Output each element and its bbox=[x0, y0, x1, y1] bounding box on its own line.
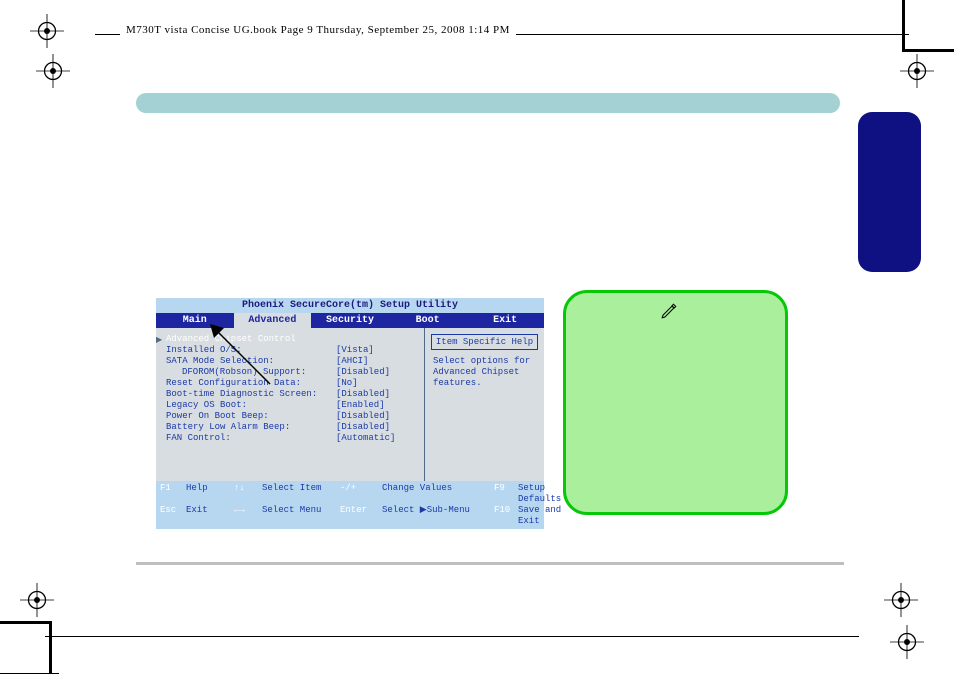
legend-key: ↑↓ bbox=[234, 483, 262, 505]
crop-mark-icon bbox=[0, 621, 52, 673]
legend-key: F1 bbox=[160, 483, 186, 505]
bios-row-label[interactable]: SATA Mode Selection: bbox=[166, 356, 274, 367]
divider bbox=[136, 562, 844, 565]
bios-row-label[interactable]: Installed O/S: bbox=[166, 345, 242, 356]
registration-mark-icon bbox=[890, 625, 924, 659]
registration-mark-icon bbox=[20, 583, 54, 617]
bios-row-label[interactable]: Legacy OS Boot: bbox=[166, 400, 247, 411]
registration-mark-icon bbox=[884, 583, 918, 617]
legend-text: Save and Exit bbox=[518, 505, 561, 527]
legend-key: Esc bbox=[160, 505, 186, 527]
legend-key: -/+ bbox=[340, 483, 382, 505]
bios-row-label[interactable]: Reset Configuration Data: bbox=[166, 378, 301, 389]
bios-row-label[interactable]: Battery Low Alarm Beep: bbox=[166, 422, 290, 433]
bios-tab-exit[interactable]: Exit bbox=[466, 313, 544, 328]
bios-row-value[interactable]: [Disabled] bbox=[336, 411, 414, 422]
legend-key: F10 bbox=[494, 505, 518, 527]
bios-row-label[interactable]: Power On Boot Beep: bbox=[166, 411, 269, 422]
page-side-tab bbox=[858, 112, 921, 272]
bios-key-legend: F1 Help ↑↓ Select Item -/+ Change Values… bbox=[156, 481, 544, 529]
bios-row-value[interactable]: [Disabled] bbox=[336, 389, 414, 400]
legend-text: Change Values bbox=[382, 483, 494, 505]
bios-row-value[interactable]: [No] bbox=[336, 378, 414, 389]
bios-help-line: Advanced Chipset bbox=[433, 367, 536, 378]
legend-key: F9 bbox=[494, 483, 518, 505]
bios-tab-bar: Main Advanced Security Boot Exit bbox=[156, 313, 544, 328]
bios-screenshot: Phoenix SecureCore(tm) Setup Utility Mai… bbox=[156, 298, 544, 529]
legend-text: Help bbox=[186, 483, 234, 505]
crop-mark-icon bbox=[902, 0, 954, 52]
bios-row-label[interactable]: FAN Control: bbox=[166, 433, 231, 444]
bios-row-value[interactable]: [Disabled] bbox=[336, 422, 414, 433]
registration-mark-icon bbox=[900, 54, 934, 88]
bios-title: Phoenix SecureCore(tm) Setup Utility bbox=[156, 298, 544, 313]
bios-section-heading[interactable]: Advanced Chipset Control bbox=[166, 334, 296, 345]
legend-text: Select Menu bbox=[262, 505, 340, 527]
legend-key: Enter bbox=[340, 505, 382, 527]
footer-rule bbox=[45, 636, 859, 637]
bios-row-value[interactable]: [Automatic] bbox=[336, 433, 414, 444]
note-callout bbox=[563, 290, 788, 515]
bios-help-pane: Item Specific Help Select options for Ad… bbox=[424, 328, 544, 481]
bios-row-label[interactable]: Boot-time Diagnostic Screen: bbox=[166, 389, 317, 400]
header-text: M730T vista Concise UG.book Page 9 Thurs… bbox=[120, 24, 516, 36]
bios-body: ▶ Advanced Chipset Control Installed O/S… bbox=[156, 328, 544, 481]
pencil-icon bbox=[660, 302, 678, 320]
legend-text: Exit bbox=[186, 505, 234, 527]
bios-tab-advanced[interactable]: Advanced bbox=[234, 313, 312, 328]
bios-row-value[interactable]: [AHCI] bbox=[336, 356, 414, 367]
legend-text: Select ▶Sub-Menu bbox=[382, 505, 494, 527]
bios-help-line: features. bbox=[433, 378, 536, 389]
bios-tab-main[interactable]: Main bbox=[156, 313, 234, 328]
legend-text: Setup Defaults bbox=[518, 483, 561, 505]
registration-mark-icon bbox=[36, 54, 70, 88]
registration-mark-icon bbox=[30, 14, 64, 48]
bios-tab-security[interactable]: Security bbox=[311, 313, 389, 328]
bios-row-label[interactable]: DFOROM(Robson) Support: bbox=[166, 367, 306, 378]
bios-row-value[interactable]: [Disabled] bbox=[336, 367, 414, 378]
page: M730T vista Concise UG.book Page 9 Thurs… bbox=[0, 0, 954, 673]
section-header-bar bbox=[136, 93, 840, 113]
bios-help-line: Select options for bbox=[433, 356, 536, 367]
legend-key: ←→ bbox=[234, 505, 262, 527]
bios-row-value[interactable]: [Vista] bbox=[336, 345, 414, 356]
bios-help-title: Item Specific Help bbox=[431, 334, 538, 350]
bios-tab-boot[interactable]: Boot bbox=[389, 313, 467, 328]
legend-text: Select Item bbox=[262, 483, 340, 505]
bios-row-value[interactable]: [Enabled] bbox=[336, 400, 414, 411]
submenu-triangle-icon: ▶ bbox=[156, 335, 162, 345]
bios-settings-list: ▶ Advanced Chipset Control Installed O/S… bbox=[156, 328, 424, 481]
